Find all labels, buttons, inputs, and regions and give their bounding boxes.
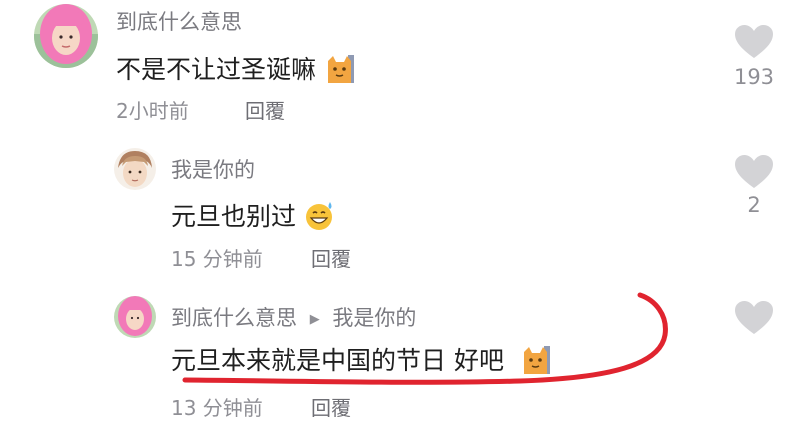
- comment-text-body: 不是不让过圣诞嘛: [116, 55, 317, 84]
- comment-username[interactable]: 到底什么意思: [116, 12, 242, 33]
- comment-text-body: 元旦也别过: [171, 202, 297, 231]
- like-button[interactable]: [734, 154, 774, 194]
- heart-icon: [735, 155, 773, 188]
- avatar-image: [114, 296, 156, 338]
- reply-button[interactable]: 回覆: [311, 249, 351, 269]
- avatar-image: [114, 148, 156, 190]
- avatar[interactable]: [114, 148, 156, 190]
- reply-button[interactable]: 回覆: [245, 101, 285, 121]
- reply-button[interactable]: 回覆: [311, 398, 351, 418]
- cat-emoji: [520, 344, 552, 380]
- avatar[interactable]: [34, 4, 98, 68]
- comment-time: 2小时前: [116, 99, 189, 123]
- like-button[interactable]: [734, 24, 774, 64]
- comment-username[interactable]: 我是你的: [171, 160, 255, 181]
- comment-username: 到底什么意思 ▶ 我是你的: [171, 308, 416, 329]
- heart-icon: [735, 301, 773, 334]
- comment-text: 元旦本来就是中国的节日 好吧: [171, 344, 552, 380]
- comment-text: 不是不让过圣诞嘛: [116, 53, 356, 89]
- like-button[interactable]: [734, 300, 774, 340]
- username-link[interactable]: 到底什么意思: [171, 306, 297, 330]
- heart-icon: [735, 25, 773, 58]
- comment-text-body: 元旦本来就是中国的节日 好吧: [171, 346, 504, 375]
- comment-time: 15 分钟前: [171, 247, 263, 271]
- reply-to-username[interactable]: 我是你的: [332, 306, 416, 330]
- reply-arrow-icon: ▶: [309, 312, 320, 327]
- avatar-image: [34, 4, 98, 68]
- comment-time: 13 分钟前: [171, 396, 263, 420]
- like-count: 2: [747, 193, 761, 217]
- like-count: 193: [733, 65, 775, 89]
- cat-emoji: [324, 53, 356, 89]
- grinning-sweat-emoji: [304, 200, 336, 236]
- avatar[interactable]: [114, 296, 156, 338]
- comment-text: 元旦也别过: [171, 200, 336, 236]
